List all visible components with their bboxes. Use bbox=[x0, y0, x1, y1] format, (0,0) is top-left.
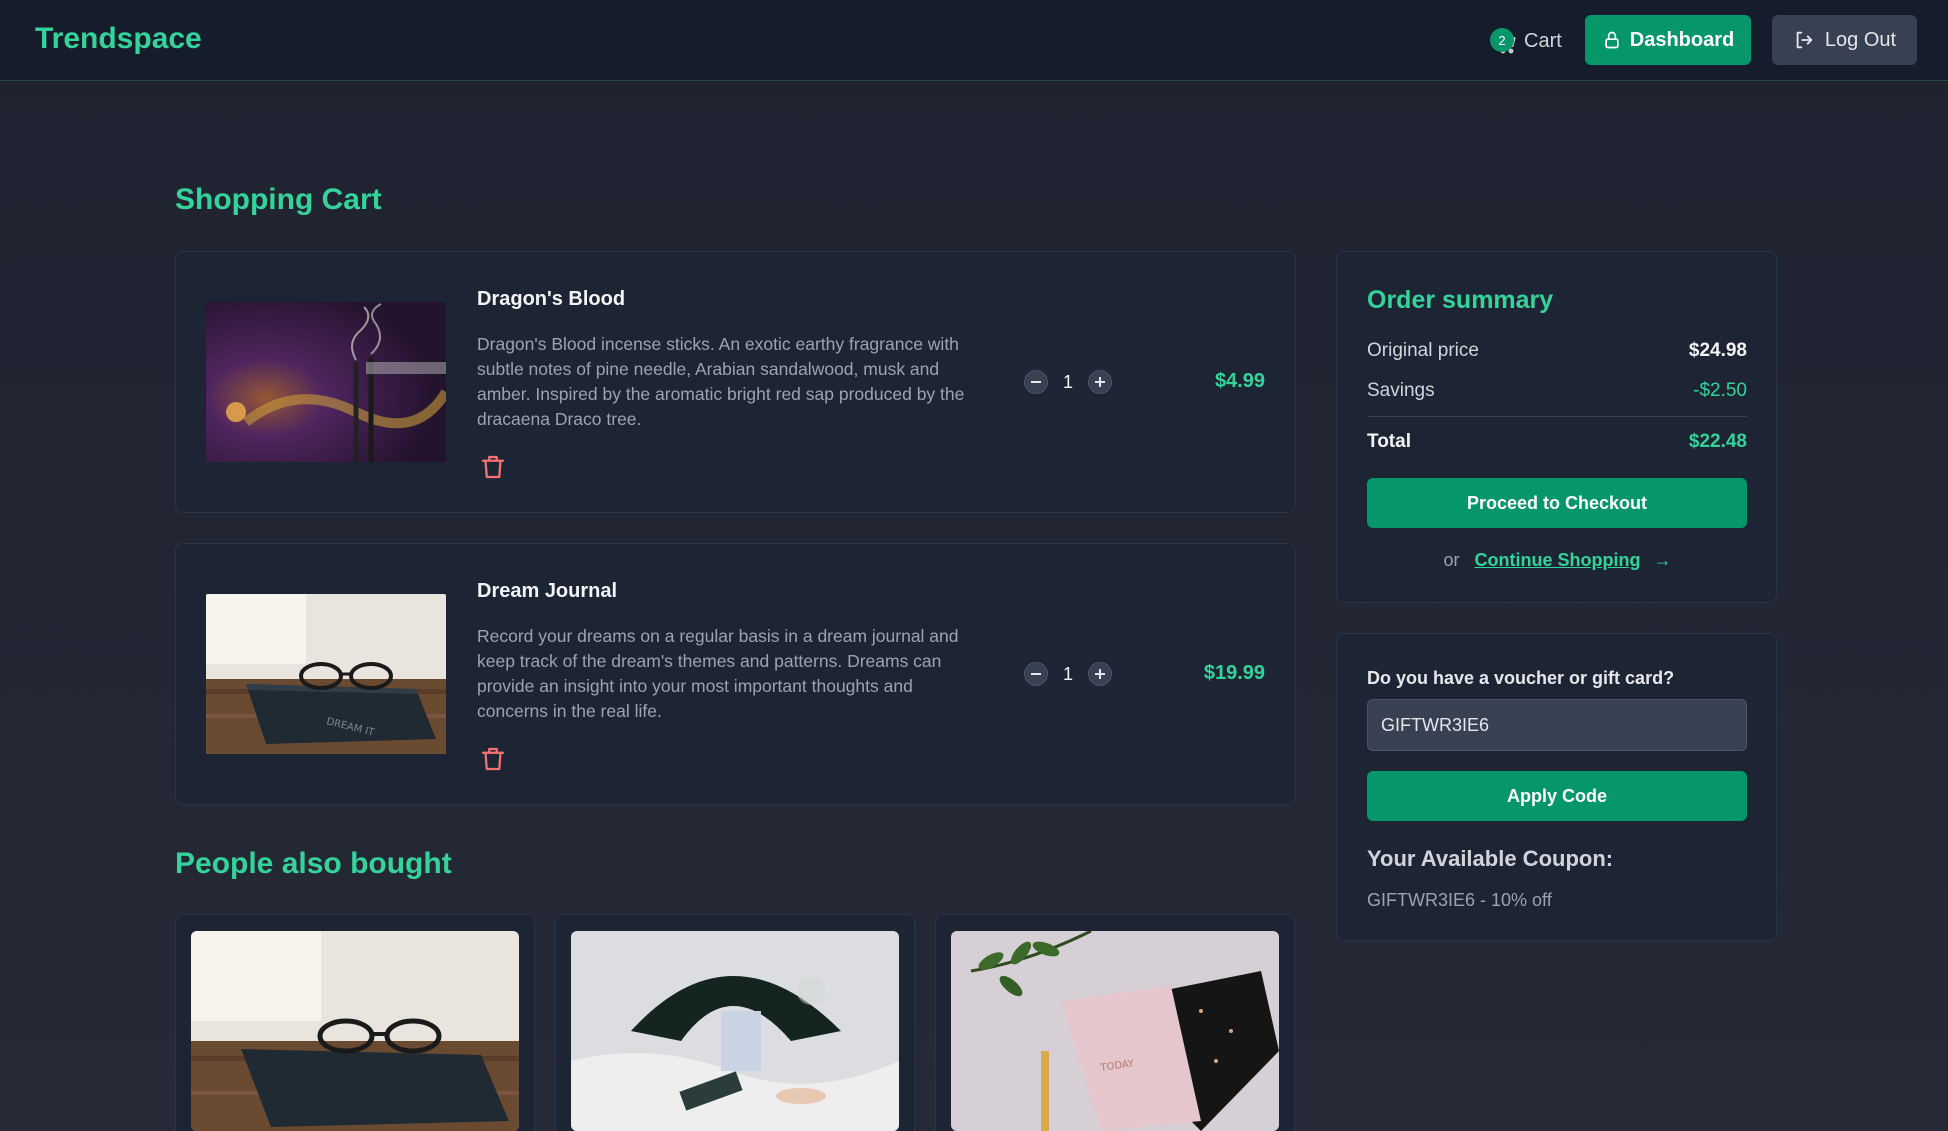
cart-label: Cart bbox=[1524, 29, 1562, 52]
summary-divider bbox=[1367, 416, 1747, 417]
item-price: $4.99 bbox=[1214, 370, 1265, 392]
proceed-to-checkout-button[interactable]: Proceed to Checkout bbox=[1367, 478, 1747, 528]
apply-code-button[interactable]: Apply Code bbox=[1367, 771, 1747, 821]
voucher-card: Do you have a voucher or gift card? Appl… bbox=[1336, 633, 1777, 941]
cart-count-badge: 2 bbox=[1490, 28, 1514, 52]
item-description: Record your dreams on a regular basis in… bbox=[477, 626, 959, 721]
arrow-right-icon: → bbox=[1653, 550, 1672, 570]
remove-item-button[interactable] bbox=[478, 744, 508, 774]
item-name[interactable]: Dragon's Blood bbox=[477, 288, 625, 311]
quantity-value: 1 bbox=[1062, 371, 1073, 392]
savings-value: -$2.50 bbox=[1693, 380, 1747, 401]
logout-label: Log Out bbox=[1824, 28, 1897, 51]
available-coupon-title: Your Available Coupon: bbox=[1367, 846, 1614, 871]
product-image-dream-journal: DREAM IT bbox=[206, 594, 446, 754]
decrease-quantity-button[interactable] bbox=[1024, 370, 1048, 394]
product-image-dragons-blood bbox=[206, 302, 446, 462]
cart-item: DREAM IT Dream Journal Record your dream… bbox=[175, 543, 1296, 805]
logout-icon bbox=[1796, 31, 1813, 49]
decrease-quantity-button[interactable] bbox=[1024, 662, 1048, 686]
savings-label: Savings bbox=[1367, 380, 1435, 401]
dashboard-label: Dashboard bbox=[1629, 28, 1735, 51]
quantity-value: 1 bbox=[1062, 663, 1073, 684]
available-coupon-text: GIFTWR3IE6 - 10% off bbox=[1367, 890, 1552, 910]
total-value: $22.48 bbox=[1688, 431, 1747, 452]
quantity-stepper: 1 bbox=[1024, 370, 1112, 394]
recommendation-image-tarot-cards bbox=[571, 931, 899, 1131]
recommendation-image-gratitude-journal: TODAY bbox=[951, 931, 1279, 1131]
shopping-cart-title: Shopping Cart bbox=[175, 183, 382, 216]
people-also-bought-title: People also bought bbox=[175, 847, 452, 880]
trash-icon bbox=[481, 747, 505, 771]
voucher-code-input[interactable] bbox=[1367, 699, 1747, 751]
item-description: Dragon's Blood incense sticks. An exotic… bbox=[477, 334, 965, 429]
savings-row: Savings -$2.50 bbox=[1367, 380, 1747, 402]
quantity-stepper: 1 bbox=[1024, 662, 1112, 686]
original-price-value: $24.98 bbox=[1688, 340, 1747, 361]
minus-icon bbox=[1031, 381, 1041, 383]
continue-shopping-link[interactable]: Continue Shopping bbox=[1475, 550, 1641, 570]
plus-icon bbox=[1095, 669, 1105, 679]
original-price-row: Original price $24.98 bbox=[1367, 340, 1747, 362]
site-logo[interactable]: Trendspace bbox=[35, 22, 202, 56]
lock-icon bbox=[1605, 31, 1619, 49]
recommendation-card[interactable] bbox=[555, 914, 915, 1131]
order-summary-title: Order summary bbox=[1367, 286, 1554, 314]
recommendation-card[interactable]: TODAY bbox=[935, 914, 1295, 1131]
item-price: $19.99 bbox=[1203, 662, 1265, 684]
continue-shopping-row: or Continue Shopping → bbox=[1337, 550, 1778, 571]
cart-icon: 2 bbox=[1490, 28, 1518, 55]
order-summary-card: Order summary Original price $24.98 Savi… bbox=[1336, 251, 1777, 603]
original-price-label: Original price bbox=[1367, 340, 1479, 361]
dashboard-button[interactable]: Dashboard bbox=[1585, 15, 1751, 65]
total-label: Total bbox=[1367, 431, 1411, 452]
total-row: Total $22.48 bbox=[1367, 431, 1747, 453]
voucher-label: Do you have a voucher or gift card? bbox=[1367, 668, 1675, 688]
remove-item-button[interactable] bbox=[478, 452, 508, 482]
recommendation-image-journal bbox=[191, 931, 519, 1131]
or-text: or bbox=[1443, 550, 1460, 570]
cart-item: Dragon's Blood Dragon's Blood incense st… bbox=[175, 251, 1296, 513]
increase-quantity-button[interactable] bbox=[1088, 370, 1112, 394]
trash-icon bbox=[481, 455, 505, 479]
plus-icon bbox=[1095, 377, 1105, 387]
item-name[interactable]: Dream Journal bbox=[477, 580, 617, 603]
increase-quantity-button[interactable] bbox=[1088, 662, 1112, 686]
cart-link[interactable]: 2 Cart bbox=[1490, 18, 1562, 64]
minus-icon bbox=[1031, 673, 1041, 675]
recommendation-card[interactable] bbox=[175, 914, 535, 1131]
logout-button[interactable]: Log Out bbox=[1772, 15, 1917, 65]
top-navbar: Trendspace 2 Cart Dashboard Log Out bbox=[0, 0, 1948, 81]
